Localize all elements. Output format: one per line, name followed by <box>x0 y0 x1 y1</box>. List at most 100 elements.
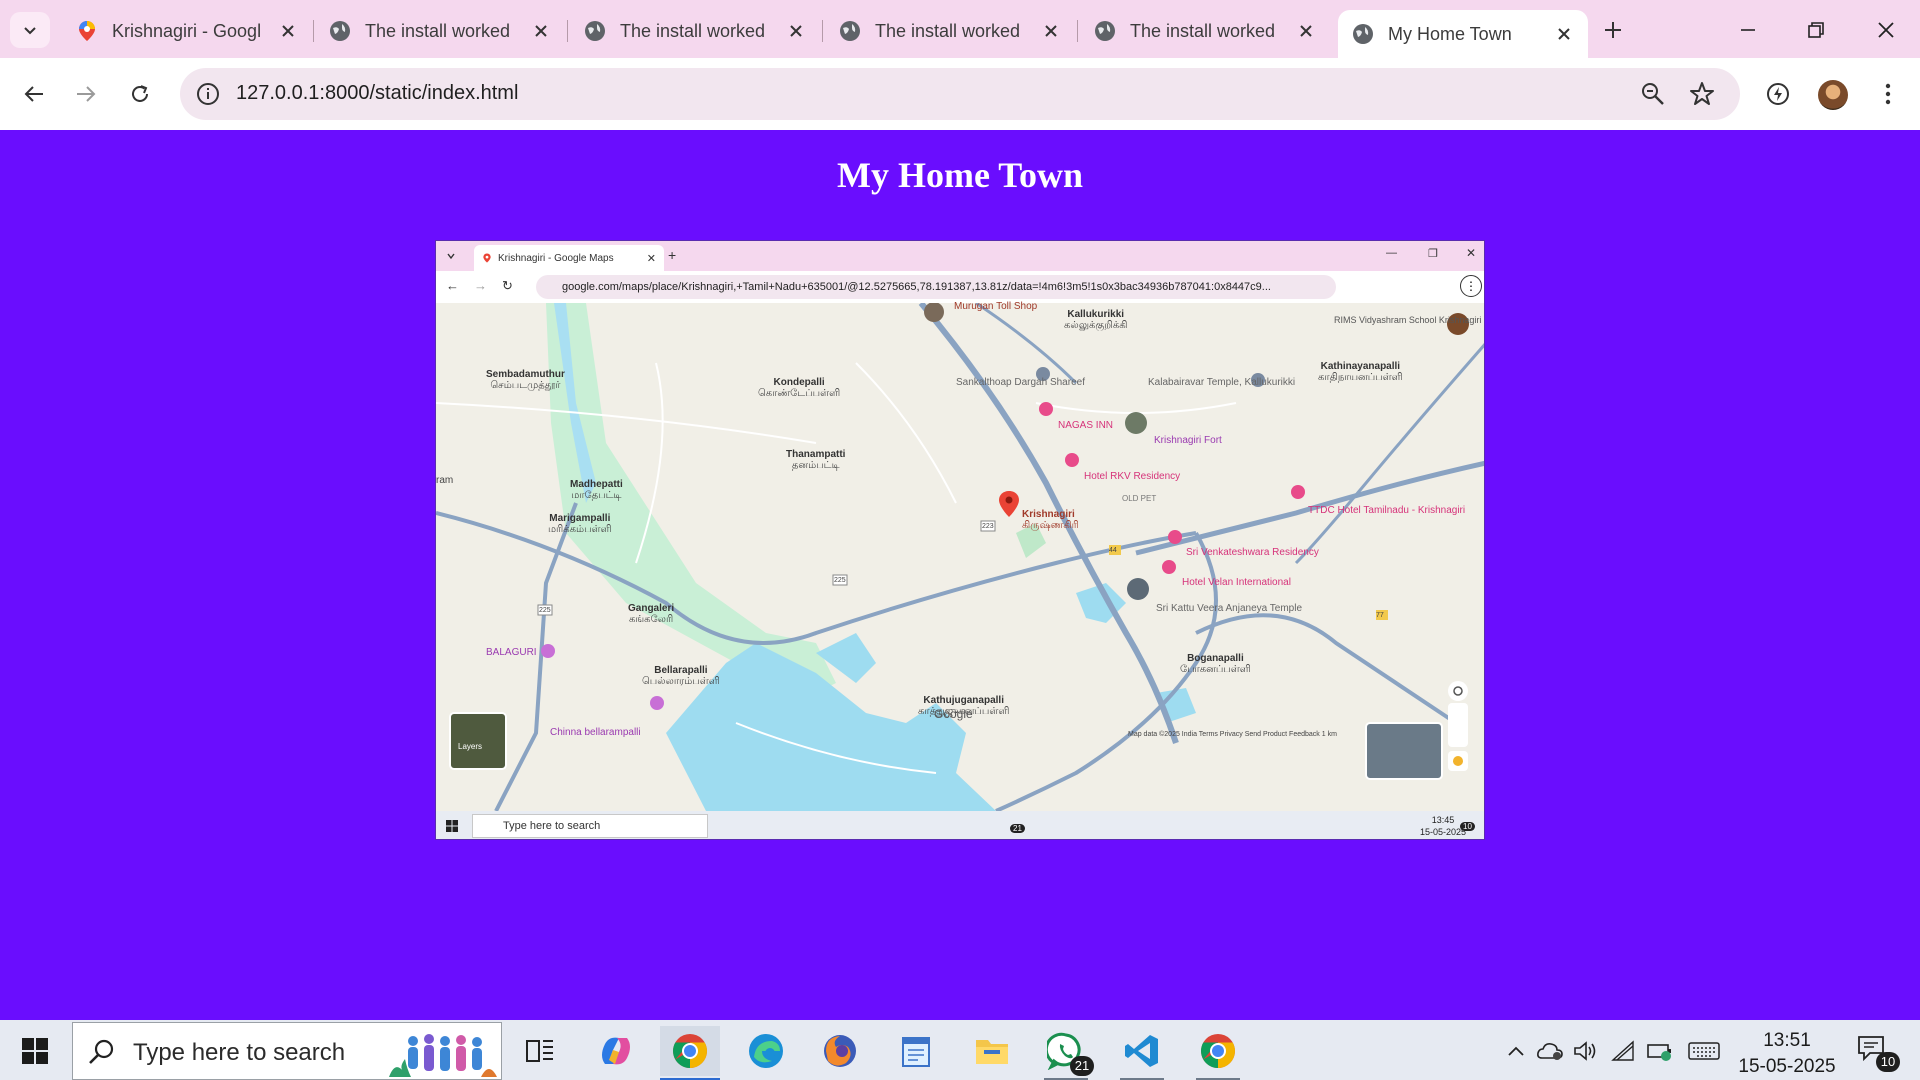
notepad-taskbar-button[interactable] <box>886 1026 946 1076</box>
close-tab-icon[interactable] <box>1041 21 1061 41</box>
vscode-taskbar-button[interactable] <box>1112 1026 1172 1080</box>
keyboard-icon <box>1688 1042 1720 1060</box>
map-label: Marigampalli மரிக்கம்பள்ளி <box>548 513 612 535</box>
chrome-icon <box>1201 1034 1235 1068</box>
url-text[interactable]: 127.0.0.1:8000/static/index.html <box>236 82 518 105</box>
minimize-button[interactable] <box>1722 10 1774 50</box>
map-label: Madhepatti மாதேபட்டி <box>570 479 623 501</box>
zoom-icon[interactable] <box>1640 81 1666 107</box>
edge-icon <box>749 1034 783 1068</box>
google-maps-pin-icon <box>79 21 95 41</box>
close-icon: ✕ <box>646 252 656 265</box>
minimize-icon <box>1741 29 1755 31</box>
map-footer: Map data ©2025 India Terms Privacy Send … <box>1128 731 1337 738</box>
back-button[interactable] <box>14 74 54 114</box>
chrome-taskbar-button[interactable] <box>660 1026 720 1080</box>
firefox-taskbar-button[interactable] <box>810 1026 870 1076</box>
tab-1[interactable]: Krishnagiri - Googl <box>62 10 312 52</box>
address-bar[interactable]: 127.0.0.1:8000/static/index.html <box>180 68 1740 120</box>
map-label: Thanampatti தனம்பட்டி <box>786 449 846 471</box>
keyboard-tray-button[interactable] <box>1686 1034 1722 1068</box>
map-poi-label: Sri Kattu Veera Anjaneya Temple <box>1156 603 1303 614</box>
task-view-button[interactable] <box>510 1026 570 1076</box>
tab-6-active[interactable]: My Home Town <box>1338 10 1588 58</box>
tab-title: The install worked <box>620 20 766 41</box>
new-tab-button[interactable] <box>1597 14 1629 46</box>
close-window-button[interactable] <box>1860 10 1912 50</box>
map-poi-label: RIMS Vidyashram School Krishnagiri <box>1334 315 1482 325</box>
copilot-icon <box>602 1037 630 1065</box>
windows-start-icon <box>446 820 458 832</box>
firefox-icon <box>824 1035 856 1067</box>
tab-4[interactable]: The install worked <box>825 10 1075 52</box>
search-icon <box>89 1039 114 1064</box>
profile-avatar[interactable] <box>1818 80 1848 110</box>
forward-button[interactable] <box>66 74 106 114</box>
tab-3[interactable]: The install worked <box>570 10 820 52</box>
close-tab-icon[interactable] <box>278 21 298 41</box>
network-tray-button[interactable] <box>1608 1034 1640 1068</box>
close-tab-icon[interactable] <box>1554 24 1574 44</box>
notification-center-button[interactable]: 10 <box>1856 1034 1900 1072</box>
copilot-taskbar-button[interactable] <box>586 1026 646 1076</box>
map-poi-label: Kalabairavar Temple, Kallukurikki <box>1148 377 1296 388</box>
show-hidden-icons-button[interactable] <box>1500 1034 1532 1068</box>
onedrive-tray-button[interactable] <box>1534 1034 1566 1068</box>
close-icon <box>1878 22 1894 38</box>
map-poi-label: Hotel RKV Residency <box>1084 471 1181 482</box>
screenshot-notification-badge: 10 <box>1460 822 1475 831</box>
tab-title: The install worked <box>1130 20 1276 41</box>
close-tab-icon[interactable] <box>531 21 551 41</box>
screenshot-url: google.com/maps/place/Krishnagiri,+Tamil… <box>562 281 1271 293</box>
site-info-icon[interactable] <box>196 82 220 106</box>
windows-start-icon <box>22 1038 48 1064</box>
road-shield-label: 225 <box>539 607 551 614</box>
people-illustration-icon <box>389 1034 497 1077</box>
map-poi-label: Murugan Toll Shop <box>954 301 1038 312</box>
tab-search-button[interactable] <box>10 12 50 48</box>
google-maps-pin-icon <box>483 253 491 263</box>
close-tab-icon[interactable] <box>1296 21 1316 41</box>
file-explorer-taskbar-button[interactable] <box>962 1026 1022 1076</box>
edge-taskbar-button[interactable] <box>736 1026 796 1076</box>
taskbar-search-box[interactable]: Type here to search <box>72 1022 502 1080</box>
battery-tray-button[interactable] <box>1644 1034 1676 1068</box>
performance-button[interactable] <box>1758 74 1798 114</box>
restore-button[interactable] <box>1790 10 1842 50</box>
map-label: Bellarapalli பெல்லாரம்பள்ளி <box>642 665 720 687</box>
browser-toolbar: 127.0.0.1:8000/static/index.html <box>0 58 1920 130</box>
layers-label: Layers <box>458 742 483 751</box>
map-label: ram <box>436 475 454 486</box>
arrow-left-icon <box>24 86 43 102</box>
browser-menu-button[interactable] <box>1868 74 1908 114</box>
tab-separator <box>1077 20 1078 42</box>
taskbar-search-placeholder: Type here to search <box>133 1039 346 1066</box>
reload-icon: ↻ <box>502 278 513 293</box>
start-button[interactable] <box>12 1034 58 1068</box>
reload-button[interactable] <box>120 74 160 114</box>
chevron-up-icon <box>1508 1046 1524 1056</box>
screenshot-whatsapp-badge: 21 <box>1010 824 1025 833</box>
tab-separator <box>313 20 314 42</box>
chrome-profile-taskbar-button[interactable] <box>1188 1026 1248 1080</box>
whatsapp-taskbar-button[interactable]: 21 <box>1036 1026 1096 1080</box>
close-tab-icon[interactable] <box>786 21 806 41</box>
screenshot-address-bar: google.com/maps/place/Krishnagiri,+Tamil… <box>536 275 1336 299</box>
map-poi-label: TTDC Hotel Tamilnadu - Krishnagiri <box>1308 505 1466 516</box>
map-poi-label: Sri Venkateshwara Residency <box>1186 547 1319 558</box>
map-label: Kathinayanapalli காதிநாயனப்பள்ளி <box>1318 361 1403 383</box>
plus-icon <box>1605 22 1621 38</box>
map-poi-label: Sankalthoap Dargah Shareef <box>956 377 1085 388</box>
restore-icon <box>1808 22 1824 38</box>
taskbar-clock[interactable]: 13:51 15-05-2025 <box>1727 1028 1847 1080</box>
volume-tray-button[interactable] <box>1570 1034 1602 1068</box>
energy-saver-icon <box>1767 83 1789 105</box>
map-label: Kallukurikki கல்லுக்குறிக்கி <box>1064 309 1128 331</box>
page-title: My Home Town <box>836 155 1084 195</box>
screenshot-tab: Krishnagiri - Google Maps ✕ <box>474 245 664 271</box>
bookmark-star-icon[interactable] <box>1688 80 1716 108</box>
tab-2[interactable]: The install worked <box>315 10 565 52</box>
tab-5[interactable]: The install worked <box>1080 10 1330 52</box>
windows-taskbar: Type here to search 21 13:51 15-05-2025 … <box>0 1020 1920 1080</box>
wifi-icon <box>1611 1040 1634 1061</box>
